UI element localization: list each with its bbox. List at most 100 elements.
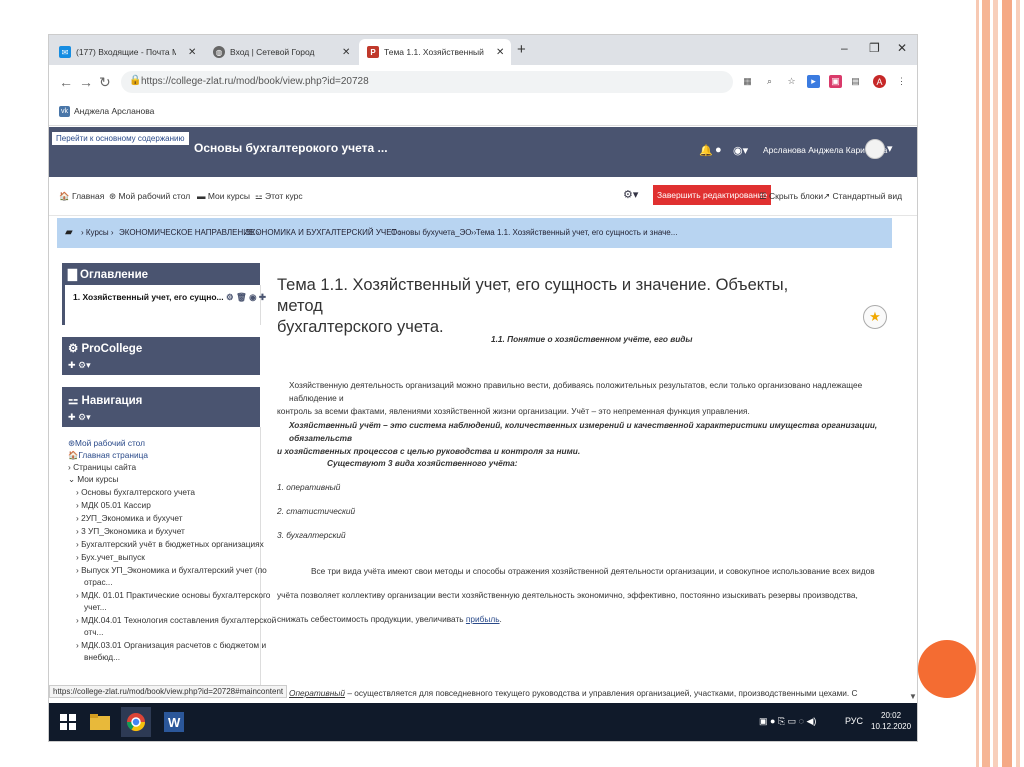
slide-side-stripes — [976, 0, 1024, 767]
bookmark-star-icon[interactable]: ☆ — [785, 75, 798, 88]
nav-my-courses[interactable]: ▬ Мои курсы — [197, 191, 250, 201]
word-icon: W — [164, 712, 184, 732]
breadcrumb-item[interactable]: ЭКОНОМИЧЕСКОЕ НАПРАВЛЕНИЕ › — [119, 228, 259, 237]
new-tab-button[interactable]: + — [517, 41, 526, 58]
nav-tree-item-cont: учет... — [84, 602, 107, 612]
video-extension-icon[interactable]: ▣ — [829, 75, 842, 88]
start-button[interactable] — [53, 707, 83, 737]
zoom-icon[interactable]: ⌕ — [763, 75, 776, 88]
folder-icon: ▰ — [65, 227, 73, 238]
windows-logo-icon — [60, 714, 76, 730]
nav-tree-item[interactable]: › МДК 05.01 Кассир — [76, 500, 151, 510]
menu-dots-icon[interactable]: ⋮ — [895, 75, 908, 88]
nav-tree-item[interactable]: › МДК.04.01 Технология составления бухга… — [76, 615, 276, 625]
nav-this-course[interactable]: ⚍ Этот курс — [255, 191, 303, 202]
toc-edit-icons[interactable]: ⚙ 🗑 ◉ ✚ — [226, 292, 266, 302]
minimize-button[interactable]: – — [841, 41, 848, 55]
windows-taskbar: W ▣ ● ⎘ ▭ ◌ ◀) РУС 20:02 10.12.2020 — [49, 703, 917, 741]
translate-icon[interactable]: ▦ — [741, 75, 754, 88]
back-button[interactable]: ← — [59, 74, 73, 90]
nav-tree-item[interactable]: ⊛Мой рабочий стол — [68, 438, 145, 448]
nav-tree-item-cont: отч... — [84, 627, 104, 637]
scroll-down-arrow-icon[interactable]: ▼ — [909, 692, 917, 701]
definition-paragraph: Хозяйственный учёт – это система наблюде… — [277, 420, 878, 456]
star-icon[interactable]: ★ — [863, 305, 887, 329]
reload-button[interactable]: ↻ — [99, 74, 111, 91]
procollege-block-header: ⚙ ProCollege ✚ ⚙▾ — [62, 337, 260, 375]
bookmark-item[interactable]: Анджела Арсланова — [74, 106, 154, 116]
chrome-taskbar-button[interactable] — [121, 707, 151, 737]
nav-tree-item[interactable]: › МДК. 01.01 Практические основы бухгалт… — [76, 590, 270, 600]
chrome-icon — [127, 713, 145, 732]
type-item: 3. бухгалтерский — [277, 530, 346, 540]
slide-orange-circle — [918, 640, 976, 698]
standard-view-button[interactable]: ↗ Стандартный вид — [823, 191, 902, 202]
nav-tree-item[interactable]: › Выпуск УП_Экономика и бухгалтерский уч… — [76, 565, 267, 575]
nav-tree-item[interactable]: › 3 УП_Экономика и бухучет — [76, 526, 185, 536]
word-taskbar-button[interactable]: W — [159, 707, 189, 737]
nav-tree-item[interactable]: › МДК.03.01 Организация расчетов с бюдже… — [76, 640, 266, 650]
close-tab-icon[interactable]: ✕ — [496, 47, 504, 58]
block-move-icon[interactable]: ✚ ⚙▾ — [68, 360, 91, 371]
bell-icon[interactable]: 🔔 — [699, 144, 713, 157]
breadcrumb-item[interactable]: ЭКОНОМИКА И БУХГАЛТЕРСКИЙ УЧЕТ › — [245, 228, 401, 237]
profile-avatar[interactable]: А — [873, 75, 886, 88]
finish-editing-button[interactable]: Завершить редактирование — [653, 185, 772, 205]
close-window-button[interactable]: ✕ — [897, 41, 907, 55]
browser-screenshot: ✉ (177) Входящие - Почта Mail.ru ✕ ◍ Вхо… — [49, 35, 917, 741]
user-avatar[interactable] — [865, 139, 885, 159]
svg-text:W: W — [168, 715, 181, 730]
breadcrumb-item-current: › Тема 1.1. Хозяйственный учет, его сущн… — [471, 228, 678, 237]
profit-link[interactable]: прибыль — [466, 614, 500, 624]
paragraph-1: Хозяйственную деятельность организаций м… — [277, 380, 863, 416]
site-title[interactable]: Основы бухгалтерокого учета ... — [194, 141, 388, 155]
close-tab-icon[interactable]: ✕ — [342, 47, 350, 58]
extension-icon[interactable]: ▸ — [807, 75, 820, 88]
globe-icon: ◍ — [213, 46, 225, 58]
nav-tree-item[interactable]: › Основы бухгалтерского учета — [76, 487, 195, 497]
paragraph-2: Все три вида учёта имеют свои методы и с… — [277, 566, 875, 624]
nav-tree-item[interactable]: › Страницы сайта — [68, 462, 136, 472]
nav-tree-item[interactable]: › Бух.учет_выпуск — [76, 552, 145, 562]
close-tab-icon[interactable]: ✕ — [188, 47, 196, 58]
language-indicator[interactable]: РУС — [845, 716, 863, 726]
skip-to-content-link[interactable]: Перейти к основному содержанию — [51, 131, 190, 146]
nav-dashboard[interactable]: ⊛ Мой рабочий стол — [109, 191, 190, 202]
restore-button[interactable]: ❐ — [869, 41, 880, 55]
paragraph-3: Оперативный – осуществляется для повседн… — [289, 688, 858, 698]
type-item: 1. оперативный — [277, 482, 341, 492]
types-heading: Существуют 3 вида хозяйственного учёта: — [327, 458, 518, 468]
breadcrumb-item[interactable]: › Курсы › — [81, 228, 114, 237]
gear-icon[interactable]: ⚙▾ — [623, 188, 638, 201]
nav-tree-item[interactable]: › Бухгалтерский учёт в бюджетных организ… — [76, 539, 264, 549]
nav-tree-item[interactable]: › 2УП_Экономика и бухучет — [76, 513, 183, 523]
nav-tree-item-cont: отрас... — [84, 577, 113, 587]
help-icon[interactable]: ◉▾ — [733, 144, 748, 157]
moodle-icon: P — [367, 46, 379, 58]
breadcrumb-item[interactable]: Основы бухучета_ЭО › — [391, 228, 476, 237]
nav-home[interactable]: 🏠 Главная — [59, 191, 104, 202]
navigation-block-header: ⚍ Навигация ✚ ⚙▾ — [62, 387, 260, 427]
hide-blocks-button[interactable]: ☰ Скрыть блоки — [759, 191, 823, 202]
page-title: Тема 1.1. Хозяйственный учет, его сущнос… — [277, 276, 789, 336]
toc-block-header: ▇ Оглавление — [62, 263, 260, 285]
file-explorer-button[interactable] — [85, 707, 115, 737]
nav-tree-item[interactable]: 🏠Главная страница — [68, 450, 148, 461]
chat-icon[interactable]: ● — [715, 144, 722, 156]
tab-strip: ✉ (177) Входящие - Почта Mail.ru ✕ ◍ Вхо… — [49, 35, 917, 65]
tab-setevoy-gorod[interactable]: ◍ Вход | Сетевой Город ✕ — [205, 39, 357, 65]
nav-tree-item-cont: внебюд... — [84, 652, 121, 662]
nav-tree-item[interactable]: ⌄ Мои курсы — [68, 474, 118, 484]
tray-icons[interactable]: ▣ ● ⎘ ▭ ◌ ◀) — [759, 716, 816, 727]
block-move-icon[interactable]: ✚ ⚙▾ — [68, 412, 91, 423]
tab-moodle-book[interactable]: P Тема 1.1. Хозяйственный учет, ег ✕ — [359, 39, 511, 65]
system-clock[interactable]: 20:02 10.12.2020 — [871, 710, 911, 732]
toc-item[interactable]: 1. Хозяйственный учет, его сущно... ⚙ 🗑 … — [73, 292, 266, 303]
tab-mail[interactable]: ✉ (177) Входящие - Почта Mail.ru ✕ — [51, 39, 203, 65]
type-item: 2. статистический — [277, 506, 356, 516]
url-input[interactable]: 🔒 https://college-zlat.ru/mod/book/view.… — [121, 71, 733, 93]
puzzle-icon[interactable]: ▤ — [849, 75, 862, 88]
forward-button[interactable]: → — [79, 74, 93, 90]
moodle-navbar: Перейти к основному содержанию Основы бу… — [49, 127, 917, 177]
user-menu-caret-icon[interactable]: ▾ — [887, 142, 893, 155]
